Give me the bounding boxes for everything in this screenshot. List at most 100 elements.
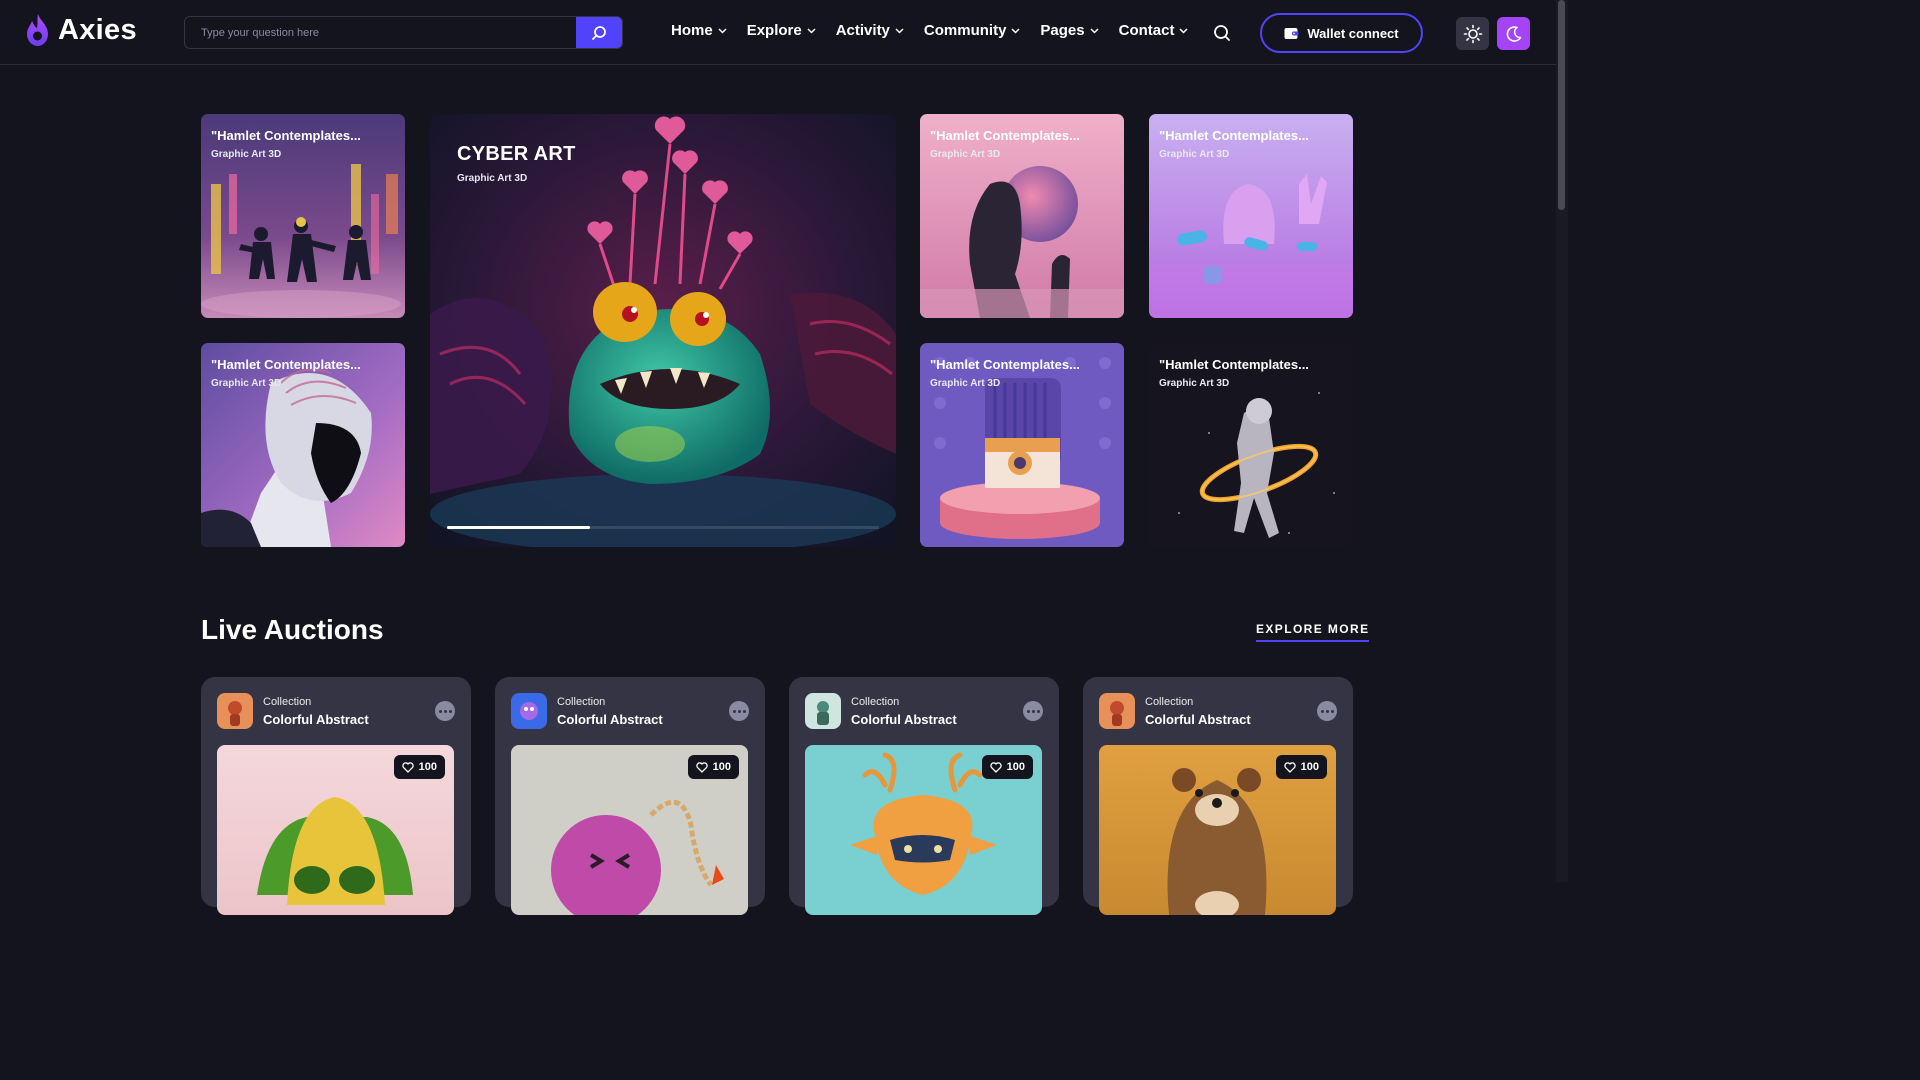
light-mode-toggle[interactable]	[1456, 17, 1489, 50]
heart-icon	[989, 761, 1002, 773]
collection-avatar	[217, 693, 253, 729]
explore-more-link[interactable]: EXPLORE MORE	[1256, 622, 1370, 642]
hero-title: CYBER ART	[457, 143, 576, 165]
featured-tile[interactable]: "Hamlet Contemplates... Graphic Art 3D	[1149, 114, 1353, 318]
more-options-icon[interactable]	[435, 701, 455, 721]
tile-title: "Hamlet Contemplates...	[1159, 357, 1309, 372]
featured-tile[interactable]: "Hamlet Contemplates... Graphic Art 3D	[920, 114, 1124, 318]
auction-image[interactable]: 100	[805, 745, 1042, 915]
nav-community-label: Community	[923, 22, 1007, 39]
collection-label: Collection	[851, 696, 900, 708]
like-count: 100	[1300, 761, 1319, 773]
more-options-icon[interactable]	[1023, 701, 1043, 721]
featured-tile[interactable]: "Hamlet Contemplates... Graphic Art 3D	[920, 343, 1124, 547]
chevron-down-icon	[1090, 27, 1099, 34]
collection-avatar	[1099, 693, 1135, 729]
like-count: 100	[418, 761, 437, 773]
collection-meta: Collection Colorful Abstract	[851, 696, 957, 727]
nav-home-label: Home	[671, 22, 713, 39]
search-bar	[184, 16, 623, 49]
tile-title: "Hamlet Contemplates...	[1159, 128, 1309, 143]
featured-tile[interactable]: "Hamlet Contemplates... Graphic Art 3D	[1149, 343, 1353, 547]
collection-label: Collection	[263, 696, 312, 708]
hero-caption: CYBER ART Graphic Art 3D	[457, 143, 576, 184]
wallet-connect-label: Wallet connect	[1307, 25, 1399, 41]
collection-name[interactable]: Colorful Abstract	[1145, 712, 1251, 727]
nav-pages-label: Pages	[1040, 22, 1085, 39]
collection-name[interactable]: Colorful Abstract	[263, 712, 369, 727]
auction-card[interactable]: Collection Colorful Abstract 100	[789, 677, 1059, 915]
auction-card[interactable]: Collection Colorful Abstract 100	[495, 677, 765, 915]
like-count: 100	[1006, 761, 1025, 773]
auction-card[interactable]: Collection Colorful Abstract 100	[201, 677, 471, 915]
tile-subtitle: Graphic Art 3D	[930, 378, 1001, 389]
tile-title: "Hamlet Contemplates...	[211, 128, 361, 143]
collection-label: Collection	[557, 696, 606, 708]
collection-name[interactable]: Colorful Abstract	[557, 712, 663, 727]
auction-image[interactable]: 100	[217, 745, 454, 915]
collection-label: Collection	[1145, 696, 1194, 708]
tile-caption: "Hamlet Contemplates... Graphic Art 3D	[211, 357, 361, 389]
chevron-down-icon	[895, 27, 904, 34]
tile-caption: "Hamlet Contemplates... Graphic Art 3D	[1159, 357, 1309, 389]
search-input[interactable]	[185, 17, 576, 48]
tile-title: "Hamlet Contemplates...	[930, 128, 1080, 143]
auction-card[interactable]: Collection Colorful Abstract 100	[1083, 677, 1353, 915]
chevron-down-icon	[1179, 27, 1188, 34]
chevron-down-icon	[1011, 27, 1020, 34]
search-submit-button[interactable]	[576, 17, 622, 48]
hero-main-slide[interactable]: CYBER ART Graphic Art 3D	[430, 114, 896, 547]
nav-explore-label: Explore	[746, 22, 802, 39]
like-counter[interactable]: 100	[981, 755, 1033, 779]
dark-mode-toggle[interactable]	[1497, 17, 1530, 50]
tile-caption: "Hamlet Contemplates... Graphic Art 3D	[930, 357, 1080, 389]
brand-logo[interactable]: Axies	[24, 12, 137, 48]
like-counter[interactable]: 100	[393, 755, 445, 779]
auction-image[interactable]: 100	[511, 745, 748, 915]
nav-activity-label: Activity	[835, 22, 890, 39]
tile-subtitle: Graphic Art 3D	[930, 149, 1001, 160]
more-options-icon[interactable]	[1317, 701, 1337, 721]
site-header: Axies Home Explore Activity Community	[0, 0, 1556, 65]
search-icon	[592, 25, 606, 40]
nav-contact-label: Contact	[1118, 22, 1175, 39]
nav-community[interactable]: Community	[924, 22, 1021, 39]
collection-meta: Collection Colorful Abstract	[557, 696, 663, 727]
sun-icon	[1463, 24, 1482, 43]
search-icon[interactable]	[1213, 24, 1231, 42]
nav-contact[interactable]: Contact	[1119, 22, 1189, 39]
more-options-icon[interactable]	[729, 701, 749, 721]
slider-progress-fill	[447, 526, 590, 529]
tile-caption: "Hamlet Contemplates... Graphic Art 3D	[930, 128, 1080, 160]
nav-pages[interactable]: Pages	[1040, 22, 1099, 39]
tile-subtitle: Graphic Art 3D	[211, 149, 282, 160]
tile-subtitle: Graphic Art 3D	[211, 378, 282, 389]
nav-explore[interactable]: Explore	[747, 22, 816, 39]
heart-icon	[401, 761, 414, 773]
collection-name[interactable]: Colorful Abstract	[851, 712, 957, 727]
wallet-icon	[1284, 27, 1299, 39]
collection-avatar	[805, 693, 841, 729]
tile-title: "Hamlet Contemplates...	[211, 357, 361, 372]
like-counter[interactable]: 100	[687, 755, 739, 779]
page-scrollbar-thumb[interactable]	[1558, 0, 1565, 210]
chevron-down-icon	[807, 27, 816, 34]
tile-subtitle: Graphic Art 3D	[1159, 378, 1230, 389]
wallet-connect-button[interactable]: Wallet connect	[1260, 13, 1423, 53]
heart-icon	[695, 761, 708, 773]
section-title-live-auctions: Live Auctions	[201, 614, 384, 645]
nav-home[interactable]: Home	[671, 22, 727, 39]
flame-logo-icon	[27, 14, 48, 46]
nav-activity[interactable]: Activity	[836, 22, 904, 39]
chevron-down-icon	[718, 27, 727, 34]
like-count: 100	[712, 761, 731, 773]
collection-avatar	[511, 693, 547, 729]
moon-icon	[1506, 25, 1521, 42]
tile-subtitle: Graphic Art 3D	[1159, 149, 1230, 160]
featured-tile[interactable]: "Hamlet Contemplates... Graphic Art 3D	[201, 343, 405, 547]
brand-name: Axies	[58, 13, 137, 46]
featured-tile[interactable]: "Hamlet Contemplates... Graphic Art 3D	[201, 114, 405, 318]
like-counter[interactable]: 100	[1275, 755, 1327, 779]
main-nav: Home Explore Activity Community Pages Co…	[671, 22, 1208, 39]
auction-image[interactable]: 100	[1099, 745, 1336, 915]
